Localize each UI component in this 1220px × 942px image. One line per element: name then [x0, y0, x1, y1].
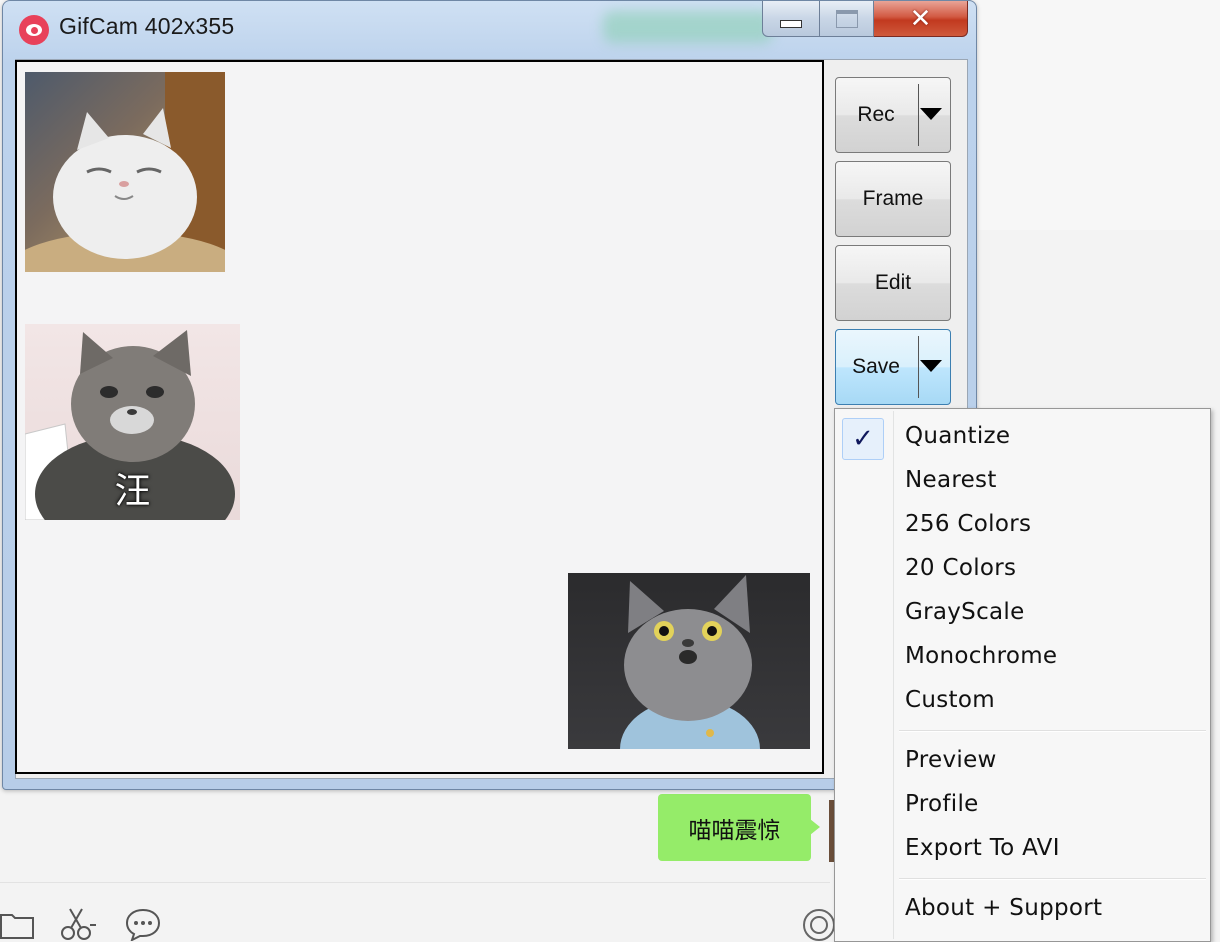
menu-item-preview[interactable]: Preview [837, 738, 1208, 782]
record-icon[interactable] [800, 905, 838, 942]
minimize-button[interactable] [762, 1, 820, 37]
folder-icon[interactable] [0, 905, 34, 942]
menu-item-label: Quantize [905, 423, 1011, 449]
menu-item-256-colors[interactable]: 256 Colors [837, 502, 1208, 546]
menu-item-label: About + Support [905, 895, 1103, 921]
chat-message-text: 喵喵震惊 [688, 817, 781, 844]
title-bar[interactable]: GifCam 402x355 ✕ [3, 1, 976, 57]
maximize-button[interactable] [820, 1, 874, 37]
menu-item-profile[interactable]: Profile [837, 782, 1208, 826]
save-button-separator [918, 336, 919, 398]
save-button[interactable]: Save [835, 329, 951, 405]
menu-item-label: 256 Colors [905, 511, 1032, 537]
menu-item-custom[interactable]: Custom [837, 678, 1208, 722]
menu-item-label: Custom [905, 687, 995, 713]
sticker-caption: 汪 [114, 471, 151, 512]
menu-item-20-colors[interactable]: 20 Colors [837, 546, 1208, 590]
rec-button[interactable]: Rec [835, 77, 951, 153]
menu-separator [899, 878, 1206, 880]
menu-item-label: Export To AVI [905, 835, 1060, 861]
close-icon: ✕ [909, 3, 932, 34]
menu-item-label: Monochrome [905, 643, 1058, 669]
cat-sticker-woof: 汪 [25, 324, 240, 520]
close-button[interactable]: ✕ [874, 1, 968, 37]
comment-icon[interactable] [124, 905, 162, 942]
chat-message-bubble[interactable]: 喵喵震惊 [658, 794, 820, 861]
menu-item-label: 20 Colors [905, 555, 1017, 581]
capture-frame[interactable]: 汪 [15, 60, 824, 774]
scissors-icon[interactable] [60, 905, 100, 942]
edit-button-label: Edit [874, 271, 912, 294]
dropdown-arrow-icon[interactable] [920, 360, 942, 372]
caption-buttons: ✕ [762, 1, 968, 40]
title-bar-glow [603, 11, 773, 43]
rec-button-label: Rec [857, 103, 895, 126]
window-title: GifCam 402x355 [59, 13, 235, 39]
menu-item-grayscale[interactable]: GrayScale [837, 590, 1208, 634]
menu-item-export-avi[interactable]: Export To AVI [837, 826, 1208, 870]
gifcam-app-icon[interactable] [19, 15, 49, 45]
menu-item-label: Preview [905, 747, 997, 773]
save-button-label: Save [852, 355, 900, 378]
menu-item-label: Nearest [905, 467, 997, 493]
save-options-menu: ✓ Quantize Nearest 256 Colors 20 Colors … [834, 408, 1211, 942]
rec-button-separator [918, 84, 919, 146]
menu-item-nearest[interactable]: Nearest [837, 458, 1208, 502]
frame-button[interactable]: Frame [835, 161, 951, 237]
edit-button[interactable]: Edit [835, 245, 951, 321]
menu-item-label: Profile [905, 791, 979, 817]
minimize-icon [780, 19, 802, 28]
menu-item-quantize[interactable]: ✓ Quantize [837, 414, 1208, 460]
frame-button-label: Frame [862, 187, 924, 210]
cat-sticker-sleepy [25, 72, 225, 272]
maximize-icon [835, 9, 858, 28]
cat-sticker-shocked [568, 573, 810, 749]
chat-input-divider [0, 882, 830, 883]
checkmark-icon: ✓ [842, 418, 884, 460]
menu-item-monochrome[interactable]: Monochrome [837, 634, 1208, 678]
menu-separator [899, 730, 1206, 732]
dropdown-arrow-icon[interactable] [920, 108, 942, 120]
menu-item-about-support[interactable]: About + Support [837, 886, 1208, 930]
menu-item-label: GrayScale [905, 599, 1025, 625]
